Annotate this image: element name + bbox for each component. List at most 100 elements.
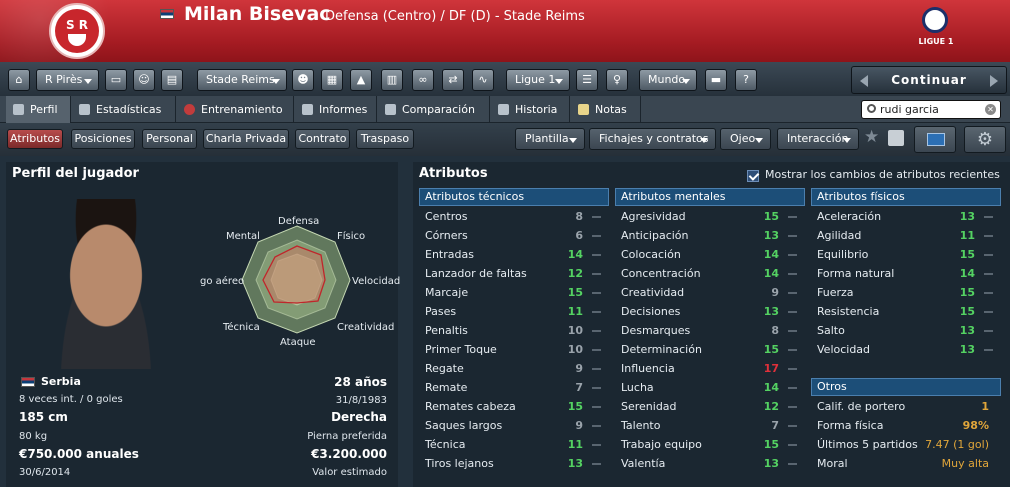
- attribute-row[interactable]: Colocación 14: [615, 245, 805, 264]
- nationality[interactable]: Serbia: [41, 375, 81, 388]
- attribute-row[interactable]: Tiros lejanos 13: [419, 454, 609, 473]
- training-icon[interactable]: ▲: [350, 69, 372, 91]
- history-icon[interactable]: ♀: [606, 69, 628, 91]
- attribute-name: Valentía: [621, 457, 666, 470]
- notepad-icon[interactable]: [888, 130, 904, 146]
- tab-historia[interactable]: Historia: [491, 96, 570, 123]
- continue-button[interactable]: Continuar: [851, 66, 1007, 94]
- attribute-row[interactable]: Centros 8: [419, 207, 609, 226]
- attribute-value: 14: [959, 267, 975, 280]
- tab-comparacion[interactable]: Comparación: [378, 96, 490, 123]
- radar-label-creatividad: Creatividad: [337, 322, 395, 333]
- training-tab-icon: [184, 104, 195, 115]
- view-toggle-button[interactable]: [914, 126, 956, 153]
- attribute-row[interactable]: Decisiones 13: [615, 302, 805, 321]
- help-button[interactable]: ?: [735, 69, 757, 91]
- trend-dash-icon: [788, 273, 797, 275]
- league-logo[interactable]: LIGUE 1: [916, 3, 956, 59]
- menu-interaccion[interactable]: Interacción: [777, 128, 859, 150]
- attribute-row[interactable]: Entradas 14: [419, 245, 609, 264]
- tab-perfil[interactable]: Perfil: [6, 96, 71, 123]
- attribute-name: Concentración: [621, 267, 701, 280]
- attribute-row[interactable]: Primer Toque 10: [419, 340, 609, 359]
- world-select[interactable]: Mundo: [639, 69, 697, 91]
- attribute-row[interactable]: Remate 7: [419, 378, 609, 397]
- subnav-traspaso[interactable]: Traspaso: [356, 129, 414, 149]
- league-select[interactable]: Ligue 1: [506, 69, 570, 91]
- settings-gear-icon[interactable]: ⚙: [964, 126, 1006, 153]
- tactics-icon[interactable]: ▦: [321, 69, 343, 91]
- menu-plantilla[interactable]: Plantilla: [515, 128, 585, 150]
- attribute-row[interactable]: Salto 13: [811, 321, 1001, 340]
- star-icon[interactable]: ★: [864, 127, 879, 147]
- club-select[interactable]: Stade Reims: [197, 69, 287, 91]
- search-input[interactable]: rudi garcia ✕: [861, 100, 1001, 119]
- attribute-row[interactable]: Calif. de portero 1: [811, 397, 1001, 416]
- attribute-row[interactable]: Regate 9: [419, 359, 609, 378]
- attribute-row[interactable]: Equilibrio 15: [811, 245, 1001, 264]
- attribute-row[interactable]: Concentración 14: [615, 264, 805, 283]
- tab-notas[interactable]: Notas: [571, 96, 641, 123]
- player-header: S R Milan Bisevac Defensa (Centro) / DF …: [0, 0, 1010, 62]
- attribute-row[interactable]: Valentía 13: [615, 454, 805, 473]
- attribute-row[interactable]: Agresividad 15: [615, 207, 805, 226]
- subnav-contrato[interactable]: Contrato: [295, 129, 350, 149]
- compare-icon: [385, 104, 396, 115]
- attribute-row[interactable]: Aceleración 13: [811, 207, 1001, 226]
- home-icon[interactable]: ⌂: [8, 69, 30, 91]
- attribute-row[interactable]: Velocidad 13: [811, 340, 1001, 359]
- attribute-row[interactable]: Creatividad 9: [615, 283, 805, 302]
- show-changes-checkbox[interactable]: [747, 170, 759, 182]
- attribute-row[interactable]: Lanzador de faltas 12: [419, 264, 609, 283]
- menu-fichajes[interactable]: Fichajes y contratos: [589, 128, 716, 150]
- club-crest[interactable]: S R: [49, 3, 105, 59]
- fixtures-icon[interactable]: ☰: [576, 69, 598, 91]
- attribute-row[interactable]: Marcaje 15: [419, 283, 609, 302]
- tab-estadisticas[interactable]: Estadísticas: [72, 96, 176, 123]
- clipboard-icon[interactable]: ▤: [161, 69, 183, 91]
- attribute-row[interactable]: Saques largos 9: [419, 416, 609, 435]
- subnav-personal[interactable]: Personal: [142, 129, 197, 149]
- trend-dash-icon: [592, 444, 601, 446]
- subnav-charla-privada[interactable]: Charla Privada: [203, 129, 289, 149]
- manager-select[interactable]: R Pirès: [36, 69, 99, 91]
- attribute-row[interactable]: Córners 6: [419, 226, 609, 245]
- tab-entrenamiento[interactable]: Entrenamiento: [177, 96, 294, 123]
- clear-search-icon[interactable]: ✕: [985, 104, 996, 115]
- trend-dash-icon: [788, 254, 797, 256]
- trend-dash-icon: [984, 292, 993, 294]
- attribute-row[interactable]: Moral Muy alta: [811, 454, 1001, 473]
- attribute-row[interactable]: Forma natural 14: [811, 264, 1001, 283]
- staff-icon[interactable]: ☺: [133, 69, 155, 91]
- attribute-row[interactable]: Técnica 11: [419, 435, 609, 454]
- attribute-row[interactable]: Agilidad 11: [811, 226, 1001, 245]
- inbox-icon[interactable]: ▭: [105, 69, 127, 91]
- transfers-icon[interactable]: ⇄: [442, 69, 464, 91]
- attribute-row[interactable]: Lucha 14: [615, 378, 805, 397]
- attribute-row[interactable]: Determinación 15: [615, 340, 805, 359]
- attribute-row[interactable]: Penaltis 10: [419, 321, 609, 340]
- trend-dash-icon: [788, 406, 797, 408]
- attribute-row[interactable]: Últimos 5 partidos 7.47 (1 gol): [811, 435, 1001, 454]
- trend-dash-icon: [984, 349, 993, 351]
- subnav-atributos[interactable]: Atributos: [7, 129, 63, 149]
- menu-ojeo[interactable]: Ojeo: [720, 128, 771, 150]
- attribute-row[interactable]: Fuerza 15: [811, 283, 1001, 302]
- attribute-row[interactable]: Forma física 98%: [811, 416, 1001, 435]
- squad-icon[interactable]: ☻: [292, 69, 314, 91]
- subnav-posiciones[interactable]: Posiciones: [71, 129, 135, 149]
- attribute-row[interactable]: Remates cabeza 15: [419, 397, 609, 416]
- attribute-row[interactable]: Desmarques 8: [615, 321, 805, 340]
- tab-informes[interactable]: Informes: [295, 96, 377, 123]
- attribute-row[interactable]: Resistencia 15: [811, 302, 1001, 321]
- attribute-row[interactable]: Trabajo equipo 15: [615, 435, 805, 454]
- scouting-icon[interactable]: ∞: [412, 69, 434, 91]
- attribute-row[interactable]: Serenidad 12: [615, 397, 805, 416]
- attribute-row[interactable]: Talento 7: [615, 416, 805, 435]
- finances-icon[interactable]: ∿: [472, 69, 494, 91]
- attribute-row[interactable]: Pases 11: [419, 302, 609, 321]
- attribute-row[interactable]: Influencia 17: [615, 359, 805, 378]
- reports-icon[interactable]: ▥: [381, 69, 403, 91]
- attribute-row[interactable]: Anticipación 13: [615, 226, 805, 245]
- awards-icon[interactable]: ▬: [705, 69, 727, 91]
